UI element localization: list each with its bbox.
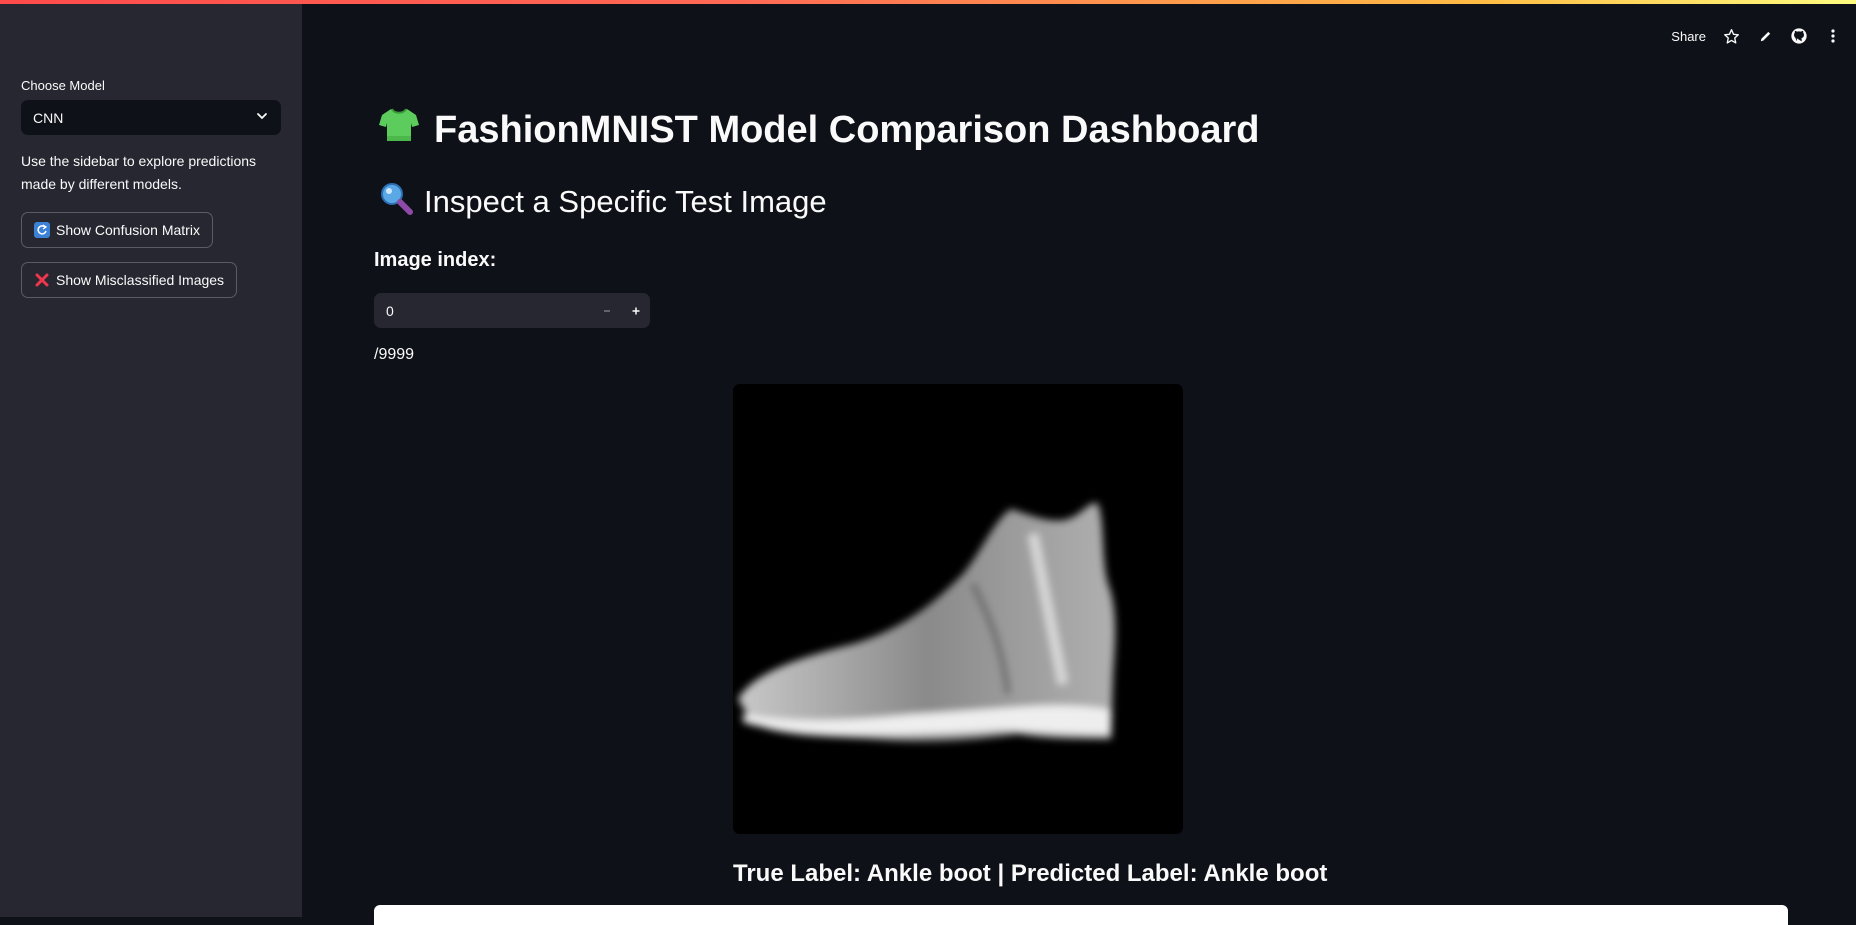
image-index-label: Image index:: [374, 249, 497, 271]
increment-button[interactable]: [621, 293, 650, 328]
github-icon[interactable]: [1790, 27, 1808, 45]
show-confusion-matrix-label: Show Confusion Matrix: [56, 222, 200, 238]
decrement-button[interactable]: [592, 293, 621, 328]
model-select-value: CNN: [33, 109, 64, 126]
test-image: [733, 384, 1183, 834]
model-select[interactable]: CNN: [21, 100, 281, 135]
image-index-stepper: 0: [374, 293, 650, 328]
show-misclassified-images-button[interactable]: Show Misclassified Images: [21, 262, 238, 298]
page-title: FashionMNIST Model Comparison Dashboard: [378, 106, 1260, 154]
pencil-icon[interactable]: [1756, 27, 1774, 45]
magnifying-glass-icon: [378, 180, 414, 224]
sidebar-description: Use the sidebar to explore predictions m…: [21, 153, 257, 192]
section-heading-text: Inspect a Specific Test Image: [424, 184, 827, 219]
more-vertical-icon[interactable]: [1824, 27, 1842, 45]
image-index-max: /9999: [374, 346, 415, 363]
share-button[interactable]: Share: [1671, 29, 1706, 44]
bottom-panel: [374, 905, 1788, 925]
prediction-caption: True Label: Ankle boot | Predicted Label…: [733, 860, 1328, 887]
section-heading: Inspect a Specific Test Image: [378, 180, 827, 224]
t-shirt-icon: [378, 106, 420, 154]
show-confusion-matrix-button[interactable]: Show Confusion Matrix: [21, 212, 213, 248]
model-select-label: Choose Model: [21, 78, 105, 93]
star-icon[interactable]: [1722, 27, 1740, 45]
header-decoration: [0, 0, 1856, 4]
app-toolbar: Share: [1671, 24, 1842, 48]
cross-mark-icon: [34, 272, 50, 288]
image-index-input[interactable]: 0: [374, 303, 592, 319]
ankle-boot-image: [733, 384, 1183, 834]
show-misclassified-images-label: Show Misclassified Images: [56, 272, 225, 288]
page-title-text: FashionMNIST Model Comparison Dashboard: [434, 108, 1260, 151]
chevron-down-icon: [255, 109, 269, 126]
sidebar: Choose Model CNN Use the sidebar to expl…: [0, 0, 302, 917]
arrows-counterclockwise-icon: [34, 222, 50, 238]
